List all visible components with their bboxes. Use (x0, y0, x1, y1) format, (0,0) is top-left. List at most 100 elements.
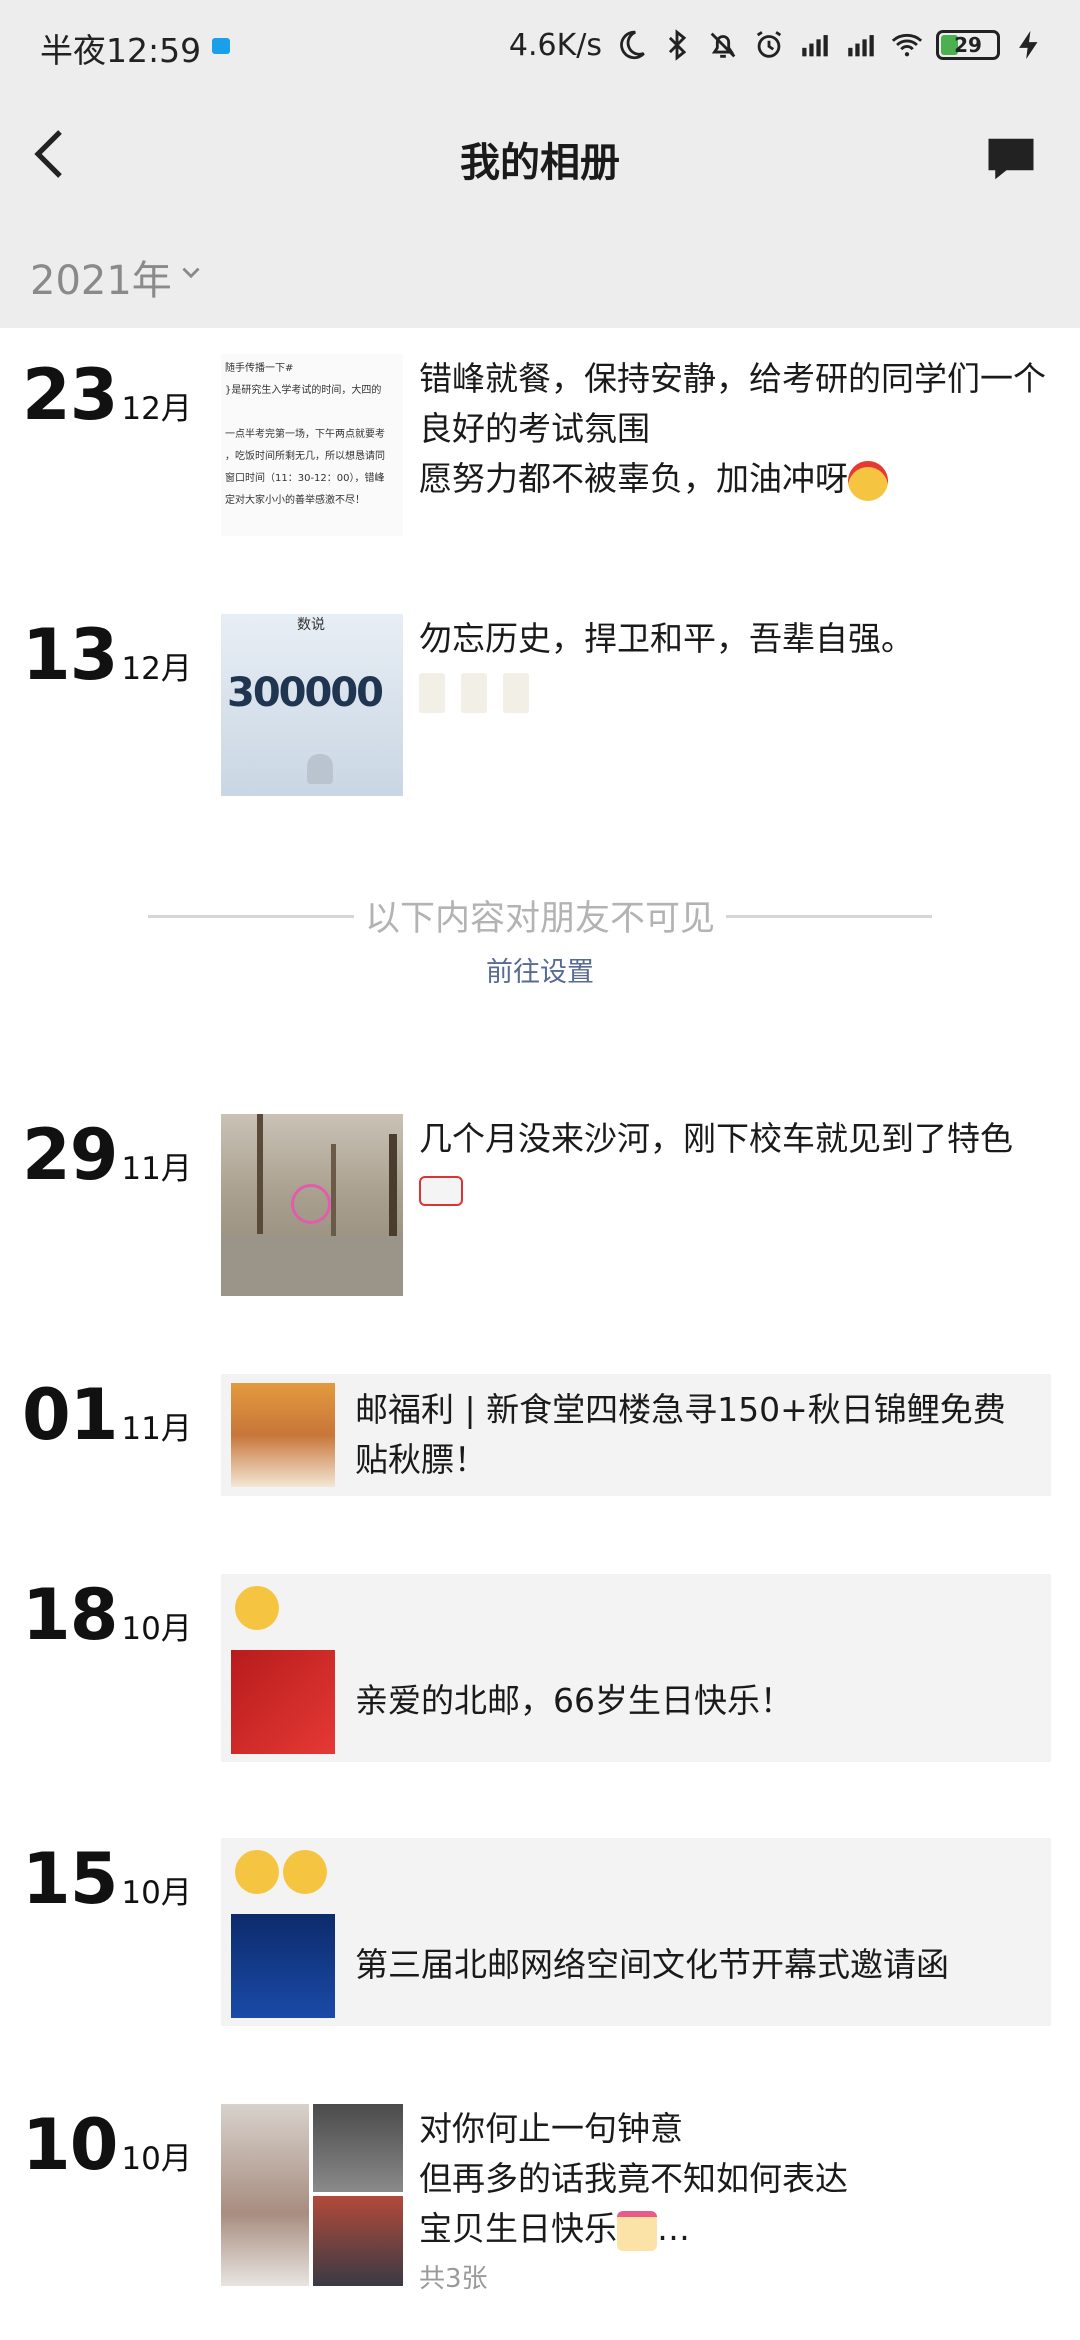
post-text-line: 错峰就餐，保持安静，给考研的同学们一个 (419, 359, 1046, 398)
battery-level: 29 (954, 33, 982, 57)
wifi-icon (891, 33, 923, 57)
666-emoji-icon (235, 1586, 279, 1630)
birthday-cake-icon (617, 2210, 657, 2251)
article-title-line: 邮福利 | 新食堂四楼急寻150+秋日锦鲤免费 (355, 1390, 1006, 1429)
post-text-line: 对你何止一句钟意 (419, 2109, 683, 2148)
shared-article-card[interactable]: 亲爱的北邮，66岁生日快乐！ (221, 1574, 1051, 1762)
album-entry[interactable]: 15 10月 第三届北邮网络空间文化节开幕式邀请函 (0, 1838, 1080, 2028)
smirk-emoji-icon (283, 1850, 327, 1894)
year-filter-bar: 2021年 (0, 214, 1080, 328)
post-text-line: 良好的考试氛围 (419, 409, 650, 448)
network-speed: 4.6K/s (508, 27, 602, 63)
entry-day: 15 (22, 1838, 118, 1920)
entry-day: 23 (22, 354, 118, 436)
entry-day: 18 (22, 1574, 118, 1656)
album-entry[interactable]: 18 10月 亲爱的北邮，66岁生日快乐！ (0, 1574, 1080, 1764)
entry-month: 10月 (121, 2141, 192, 2177)
shared-article-card[interactable]: 第三届北邮网络空间文化节开幕式邀请函 (221, 1838, 1051, 2026)
post-text: 勿忘历史，捍卫和平，吾辈自强。 (419, 614, 1049, 716)
thumbnail-text-line: 随手传播一下# (225, 363, 294, 374)
post-thumbnail[interactable]: 数说 300000 (221, 614, 403, 796)
post-thumbnail[interactable] (221, 1114, 403, 1296)
cheer-emoji-icon (848, 460, 888, 501)
thumbnail-text-line: 一点半考完第一场，下午两点就要考 (225, 429, 385, 440)
message-icon[interactable] (984, 132, 1038, 186)
year-selector[interactable]: 2021年 (30, 248, 172, 306)
photo-right-top (313, 2104, 403, 2192)
page-title: 我的相册 (460, 140, 620, 186)
privacy-notice: 以下内容对朋友不可见 (364, 899, 715, 939)
thumbnail-text-line: 定对大家小小的善举感激不尽！ (225, 495, 365, 506)
signal-icon (848, 35, 874, 57)
entry-date: 13 12月 (22, 614, 192, 696)
entry-day: 13 (22, 614, 118, 696)
shared-article-card[interactable]: 邮福利 | 新食堂四楼急寻150+秋日锦鲤免费 贴秋膘！ (221, 1374, 1051, 1496)
tree (257, 1114, 263, 1234)
battery-icon: 29 (936, 30, 1000, 60)
thumbnail-caption: 数说 (297, 617, 325, 633)
status-time: 半夜12:59 (40, 31, 202, 70)
post-text: 错峰就餐，保持安静，给考研的同学们一个 良好的考试氛围 愿努力都不被辜负，加油冲… (419, 354, 1049, 504)
album-entry[interactable]: 10 10月 对你何止一句钟意 但再多的话我竟不知如何表达 宝贝生日快乐 … 共3张 (0, 2104, 1080, 2304)
smirk-emoji-icon (235, 1850, 279, 1894)
nav-bar: 我的相册 (0, 92, 1080, 214)
album-entry[interactable]: 23 12月 随手传播一下# }是研究生入学考试的时间，大四的 一点半考完第一场，… (0, 354, 1080, 544)
article-thumbnail (231, 1650, 335, 1754)
go-to-settings-link[interactable]: 前往设置 (0, 950, 1080, 989)
charging-icon (1019, 30, 1038, 60)
post-text-line: 勿忘历史，捍卫和平，吾辈自强。 (419, 619, 914, 658)
status-bar: 半夜12:59 4.6K/s 29 (0, 0, 1080, 92)
chevron-down-icon[interactable] (178, 260, 204, 286)
thumbnail-text-line: }是研究生入学考试的时间，大四的 (225, 385, 382, 396)
entry-month: 10月 (121, 1875, 192, 1911)
entry-date: 18 10月 (22, 1574, 192, 1656)
alarm-icon (756, 31, 782, 58)
article-title: 第三届北邮网络空间文化节开幕式邀请函 (355, 1945, 949, 1984)
candle-emojis (419, 666, 1049, 716)
photo-count: 共3张 (419, 2264, 488, 2294)
moon-icon (620, 30, 645, 60)
article-thumbnail (231, 1914, 335, 2018)
entry-month: 12月 (121, 651, 192, 687)
road (221, 1236, 403, 1296)
candle-icon (503, 672, 529, 713)
album-entry[interactable]: 13 12月 数说 300000 勿忘历史，捍卫和平，吾辈自强。 (0, 614, 1080, 804)
tree (331, 1144, 336, 1244)
entry-day: 10 (22, 2104, 118, 2186)
album-entry[interactable]: 29 11月 几个月没来沙河，刚下校车就见到了特色 (0, 1114, 1080, 1304)
post-text-line: 几个月没来沙河，刚下校车就见到了特色 (419, 1119, 1013, 1158)
highlight-circle (291, 1184, 331, 1224)
photo-collage[interactable] (221, 2104, 403, 2286)
article-title: 亲爱的北邮，66岁生日快乐！ (355, 1681, 793, 1720)
post-text: 几个月没来沙河，刚下校车就见到了特色 (419, 1114, 1049, 1214)
entry-date: 15 10月 (22, 1838, 192, 1920)
post-text-line: 宝贝生日快乐… (419, 2204, 1049, 2254)
privacy-divider: 以下内容对朋友不可见 前往设置 (0, 890, 1080, 1000)
entry-day: 01 (22, 1374, 118, 1456)
entry-date: 10 10月 (22, 2104, 192, 2186)
post-text-line: 但再多的话我竟不知如何表达 (419, 2159, 848, 2198)
photo-right-bottom (313, 2196, 403, 2286)
status-icons: 4.6K/s 29 (509, 22, 1046, 68)
album-entry[interactable]: 01 11月 邮福利 | 新食堂四楼急寻150+秋日锦鲤免费 贴秋膘！ (0, 1374, 1080, 1504)
entry-date: 01 11月 (22, 1374, 192, 1456)
ambulance-emoji (419, 1164, 1049, 1214)
entry-month: 11月 (121, 1411, 192, 1447)
article-title: 邮福利 | 新食堂四楼急寻150+秋日锦鲤免费 贴秋膘！ (355, 1385, 1027, 1485)
hd-signal-icon (802, 35, 828, 57)
text-ellipsis: … (657, 2209, 690, 2248)
post-thumbnail[interactable]: 随手传播一下# }是研究生入学考试的时间，大四的 一点半考完第一场，下午两点就要… (221, 354, 403, 536)
entry-date: 23 12月 (22, 354, 192, 436)
article-thumbnail (231, 1383, 335, 1487)
entry-month: 11月 (121, 1151, 192, 1187)
bluetooth-icon (668, 29, 687, 61)
photo-left (221, 2104, 309, 2286)
thumbnail-text-line: ，吃饭时间所剩无几，所以想恳请同 (225, 451, 385, 462)
mute-icon (710, 32, 736, 58)
article-title-line: 贴秋膘！ (355, 1440, 487, 1479)
entry-date: 29 11月 (22, 1114, 192, 1196)
candle-icon (419, 672, 445, 713)
candle-icon (461, 672, 487, 713)
entry-day: 29 (22, 1114, 118, 1196)
post-text-line: 愿努力都不被辜负，加油冲呀 (419, 454, 1049, 504)
